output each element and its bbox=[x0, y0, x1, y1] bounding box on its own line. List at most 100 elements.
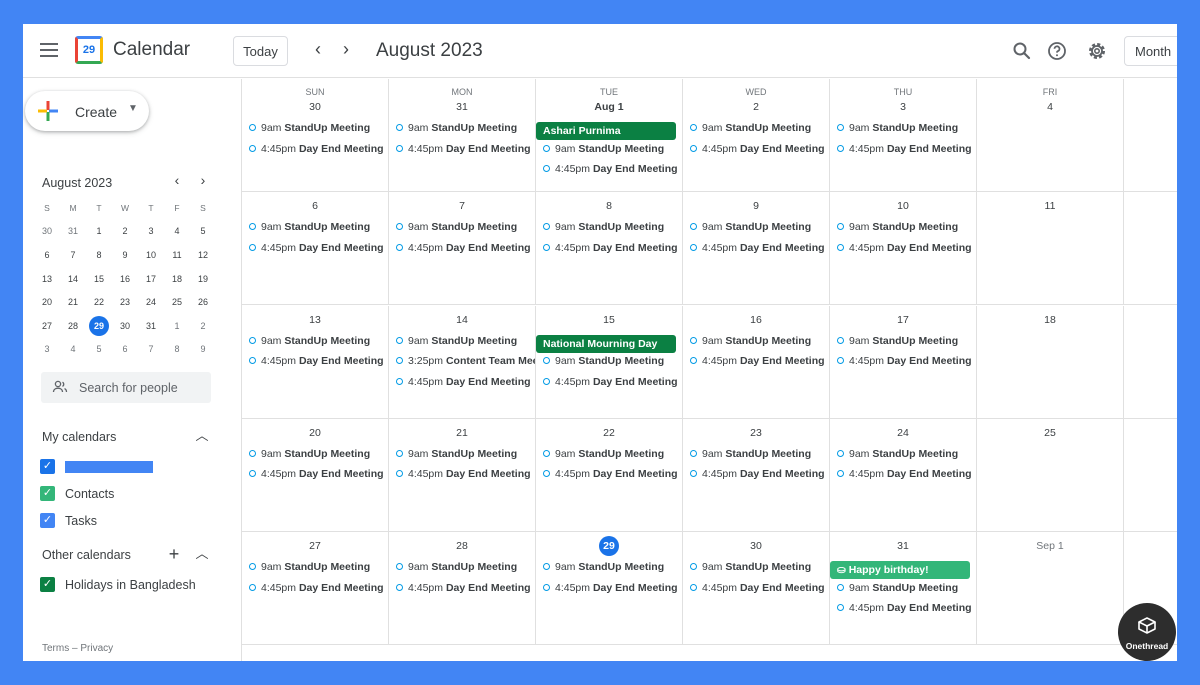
day-cell[interactable]: 10 9am StandUp Meeting 4:45pm Day End Meet… bbox=[830, 192, 977, 306]
calendar-event[interactable]: 9am StandUp Meeting bbox=[543, 448, 682, 466]
mini-day[interactable]: 31 bbox=[60, 221, 86, 241]
calendar-event[interactable]: 4:45pm Day End Meeting bbox=[543, 376, 682, 394]
mini-day[interactable]: 18 bbox=[164, 269, 190, 289]
mini-next-icon[interactable]: › bbox=[194, 172, 212, 190]
mini-day[interactable]: 13 bbox=[34, 269, 60, 289]
mini-day[interactable]: 12 bbox=[190, 245, 216, 265]
day-number[interactable]: 8 bbox=[536, 200, 682, 212]
day-number[interactable]: 25 bbox=[977, 427, 1123, 439]
help-icon[interactable] bbox=[1045, 39, 1069, 63]
chevron-left-icon[interactable]: ‹ bbox=[307, 39, 329, 61]
search-people-input[interactable]: Search for people bbox=[41, 372, 211, 403]
day-number[interactable]: 9 bbox=[683, 200, 829, 212]
calendar-event[interactable]: 4:45pm Day End Meeting bbox=[690, 582, 829, 600]
day-number[interactable]: 28 bbox=[389, 540, 535, 552]
mini-day[interactable]: 8 bbox=[164, 339, 190, 359]
calendar-event[interactable]: 3:25pm Content Team Mee bbox=[396, 355, 535, 373]
privacy-link[interactable]: Privacy bbox=[80, 643, 113, 654]
calendar-event[interactable]: 4:45pm Day End Meeting bbox=[396, 376, 535, 394]
calendar-event[interactable]: 9am StandUp Meeting bbox=[837, 221, 976, 239]
create-button[interactable]: Create ▼ bbox=[25, 91, 149, 131]
calendar-event[interactable]: 9am StandUp Meeting bbox=[837, 122, 976, 140]
day-number[interactable]: 30 bbox=[242, 101, 388, 113]
day-number[interactable]: 13 bbox=[242, 314, 388, 326]
day-number[interactable]: 7 bbox=[389, 200, 535, 212]
day-cell[interactable]: 18 bbox=[977, 305, 1124, 419]
day-cell[interactable]: 23 9am StandUp Meeting 4:45pm Day End Meet… bbox=[683, 418, 830, 532]
mini-day[interactable]: 25 bbox=[164, 292, 190, 312]
calendar-event[interactable]: 4:45pm Day End Meeting bbox=[249, 143, 388, 161]
mini-day[interactable]: 1 bbox=[86, 221, 112, 241]
day-cell[interactable]: 9 9am StandUp Meeting 4:45pm Day End Meeti… bbox=[683, 192, 830, 306]
calendar-event[interactable]: 9am StandUp Meeting bbox=[543, 143, 682, 161]
mini-day[interactable]: 4 bbox=[60, 339, 86, 359]
day-number[interactable]: 30 bbox=[683, 540, 829, 552]
calendar-event[interactable]: 9am StandUp Meeting bbox=[690, 122, 829, 140]
day-cell[interactable]: MON 31 9am StandUp Meeting 4:45pm Day End M… bbox=[389, 79, 536, 192]
calendar-event[interactable]: 9am StandUp Meeting bbox=[690, 561, 829, 579]
day-number[interactable]: Aug 1 bbox=[536, 101, 682, 113]
calendar-event[interactable]: 4:45pm Day End Meeting bbox=[837, 143, 976, 161]
day-number[interactable]: 31 bbox=[389, 101, 535, 113]
day-cell[interactable]: Sep 1 bbox=[977, 532, 1124, 646]
calendar-event[interactable]: 4:45pm Day End Meeting bbox=[396, 468, 535, 486]
day-number[interactable]: 29 bbox=[599, 536, 619, 557]
mini-prev-icon[interactable]: ‹ bbox=[168, 172, 186, 190]
mini-day[interactable]: 6 bbox=[34, 245, 60, 265]
calendar-event[interactable]: 9am StandUp Meeting bbox=[249, 335, 388, 353]
day-cell[interactable]: 15 National Mourning Day 9am StandUp Meeti… bbox=[536, 305, 683, 419]
chevron-right-icon[interactable]: › bbox=[335, 39, 357, 61]
day-cell[interactable]: 17 9am StandUp Meeting 4:45pm Day End Meet… bbox=[830, 305, 977, 419]
calendar-event[interactable]: 9am StandUp Meeting bbox=[396, 448, 535, 466]
calendar-event[interactable]: 4:45pm Day End Meeting bbox=[690, 468, 829, 486]
day-cell[interactable]: 30 9am StandUp Meeting 4:45pm Day End Meet… bbox=[683, 532, 830, 646]
day-cell[interactable]: 16 9am StandUp Meeting 4:45pm Day End Meet… bbox=[683, 305, 830, 419]
mini-day[interactable]: 23 bbox=[112, 292, 138, 312]
calendar-event[interactable]: 4:45pm Day End Meeting bbox=[543, 242, 682, 260]
checkbox-icon[interactable]: ✓ bbox=[40, 513, 55, 528]
mini-day[interactable]: 27 bbox=[34, 316, 60, 336]
day-number[interactable]: 3 bbox=[830, 101, 976, 113]
calendar-event[interactable]: 4:45pm Day End Meeting bbox=[543, 582, 682, 600]
view-switcher-button[interactable]: Month bbox=[1124, 36, 1177, 66]
calendar-event[interactable]: 4:45pm Day End Meeting bbox=[249, 355, 388, 373]
calendar-event[interactable]: 4:45pm Day End Meeting bbox=[690, 242, 829, 260]
mini-day[interactable]: 29 bbox=[89, 315, 109, 336]
calendar-event[interactable]: 9am StandUp Meeting bbox=[249, 448, 388, 466]
add-calendar-icon[interactable]: + bbox=[165, 545, 183, 563]
calendar-event[interactable]: 9am StandUp Meeting bbox=[837, 335, 976, 353]
calendar-event[interactable]: 4:45pm Day End Meeting bbox=[690, 355, 829, 373]
collapse-other-calendars-icon[interactable]: ︿ bbox=[193, 545, 211, 563]
day-cell[interactable]: 25 bbox=[977, 418, 1124, 532]
calendar-event[interactable]: 9am StandUp Meeting bbox=[837, 448, 976, 466]
checkbox-icon[interactable]: ✓ bbox=[40, 577, 55, 592]
calendar-event[interactable]: 9am StandUp Meeting bbox=[396, 122, 535, 140]
mini-day[interactable]: 22 bbox=[86, 292, 112, 312]
mini-day[interactable]: 2 bbox=[190, 316, 216, 336]
calendar-event[interactable]: 9am StandUp Meeting bbox=[690, 335, 829, 353]
day-number[interactable]: Sep 1 bbox=[977, 540, 1123, 552]
day-number[interactable]: 27 bbox=[242, 540, 388, 552]
mini-day[interactable]: 7 bbox=[138, 339, 164, 359]
mini-day[interactable]: 5 bbox=[86, 339, 112, 359]
calendar-event[interactable]: 9am StandUp Meeting bbox=[249, 221, 388, 239]
calendar-event[interactable]: 4:45pm Day End Meeting bbox=[837, 242, 976, 260]
calendar-event[interactable]: 9am StandUp Meeting bbox=[837, 582, 976, 600]
day-cell[interactable]: SUN 30 9am StandUp Meeting 4:45pm Day End M… bbox=[242, 79, 389, 192]
day-number[interactable]: 15 bbox=[536, 314, 682, 326]
day-number[interactable]: 6 bbox=[242, 200, 388, 212]
day-cell[interactable]: 7 9am StandUp Meeting 4:45pm Day End Meeti… bbox=[389, 192, 536, 306]
calendar-event[interactable]: 4:45pm Day End Meeting bbox=[249, 582, 388, 600]
mini-day[interactable]: 3 bbox=[34, 339, 60, 359]
calendar-event[interactable]: 9am StandUp Meeting bbox=[543, 355, 682, 373]
mini-day[interactable]: 19 bbox=[190, 269, 216, 289]
calendar-event[interactable]: 4:45pm Day End Meeting bbox=[543, 468, 682, 486]
checkbox-icon[interactable]: ✓ bbox=[40, 486, 55, 501]
calendar-event[interactable]: 9am StandUp Meeting bbox=[249, 561, 388, 579]
mini-day[interactable]: 7 bbox=[60, 245, 86, 265]
day-cell[interactable]: 13 9am StandUp Meeting 4:45pm Day End Meet… bbox=[242, 305, 389, 419]
day-cell[interactable]: 24 9am StandUp Meeting 4:45pm Day End Meet… bbox=[830, 418, 977, 532]
calendar-event[interactable]: 4:45pm Day End Meeting bbox=[690, 143, 829, 161]
mini-day[interactable]: 1 bbox=[164, 316, 190, 336]
day-cell[interactable]: 11 bbox=[977, 192, 1124, 306]
